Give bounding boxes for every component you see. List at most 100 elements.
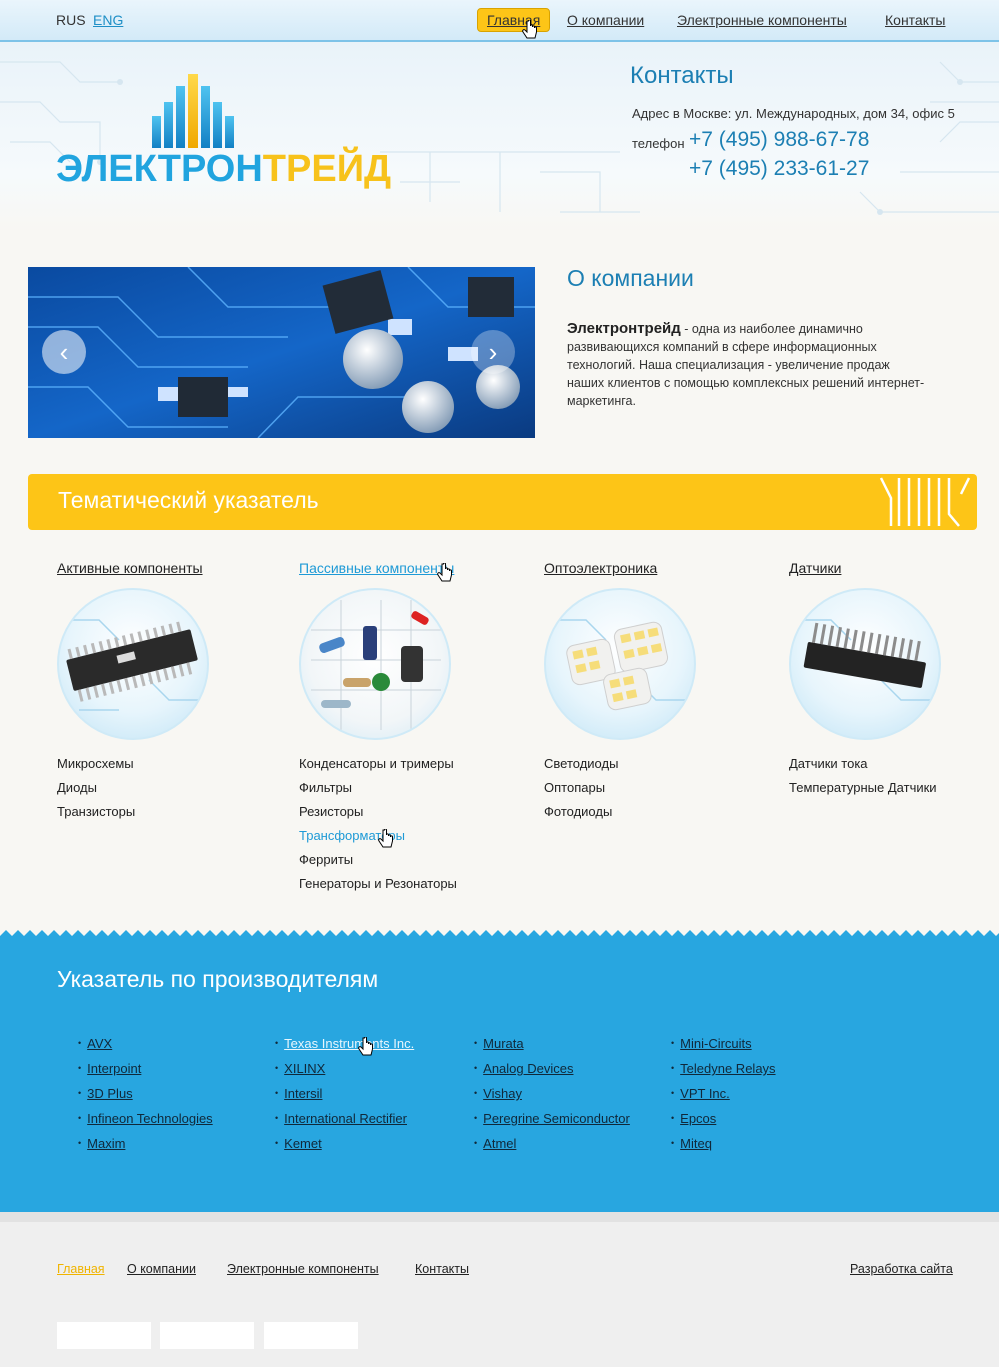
- footer-counter-1[interactable]: [57, 1322, 151, 1349]
- manufacturer-link[interactable]: Miteq: [671, 1132, 776, 1157]
- category-image-leds[interactable]: [544, 588, 696, 740]
- manufacturer-link[interactable]: Peregrine Semiconductor: [474, 1107, 630, 1132]
- category-item[interactable]: Светодиоды: [544, 752, 744, 776]
- manufacturer-label: VPT Inc.: [680, 1086, 730, 1101]
- manufacturer-column-2: Texas Instruments Inc. XILINX Intersil I…: [275, 1032, 414, 1157]
- manufacturer-label: XILINX: [284, 1061, 326, 1076]
- about-company: Электронтрейд: [567, 320, 681, 337]
- category-item[interactable]: Оптопары: [544, 776, 744, 800]
- manufacturer-label: Miteq: [680, 1136, 712, 1151]
- hand-cursor-icon: [378, 829, 393, 848]
- hand-cursor-icon: [522, 20, 537, 39]
- manufacturer-link[interactable]: VPT Inc.: [671, 1082, 776, 1107]
- manufacturer-link[interactable]: Maxim: [78, 1132, 213, 1157]
- category-title-active[interactable]: Активные компоненты: [57, 560, 257, 576]
- footer-link-home[interactable]: Главная: [57, 1262, 105, 1276]
- manufacturer-link[interactable]: Interpoint: [78, 1057, 213, 1082]
- manufacturer-label: AVX: [87, 1036, 113, 1051]
- category-item[interactable]: Датчики тока: [789, 752, 989, 776]
- about-text: Электронтрейд - одна из наиболее динамич…: [567, 320, 927, 410]
- nav-about[interactable]: О компании: [567, 12, 644, 28]
- footer-counter-3[interactable]: [264, 1322, 358, 1349]
- logo-part-2: ТРЕЙД: [262, 148, 392, 190]
- manufacturer-label: Atmel: [483, 1136, 517, 1151]
- manufacturer-label: Peregrine Semiconductor: [483, 1111, 630, 1126]
- category-title-passive[interactable]: Пассивные компоненты: [299, 560, 499, 576]
- category-item[interactable]: Микросхемы: [57, 752, 257, 776]
- nav-contacts[interactable]: Контакты: [885, 12, 945, 28]
- manufacturer-label: Maxim: [87, 1136, 126, 1151]
- category-image-sensor[interactable]: [789, 588, 941, 740]
- manufacturer-column-3: Murata Analog Devices Vishay Peregrine S…: [474, 1032, 630, 1157]
- category-item[interactable]: Конденсаторы и тримеры: [299, 752, 499, 776]
- manufacturer-link[interactable]: Mini-Circuits: [671, 1032, 776, 1057]
- category-active: Активные компоненты Микросхемы Диоды Тра…: [57, 560, 257, 824]
- hand-cursor-icon: [437, 563, 452, 582]
- nav-components[interactable]: Электронные компоненты: [677, 12, 847, 28]
- manufacturer-link[interactable]: Analog Devices: [474, 1057, 630, 1082]
- manufacturer-link[interactable]: Intersil: [275, 1082, 414, 1107]
- lang-rus[interactable]: RUS: [56, 12, 86, 28]
- footer-link-about[interactable]: О компании: [127, 1262, 196, 1276]
- category-item[interactable]: Фотодиоды: [544, 800, 744, 824]
- manufacturer-label: 3D Plus: [87, 1086, 133, 1101]
- manufacturer-label: Teledyne Relays: [680, 1061, 776, 1076]
- manufacturer-column-1: AVX Interpoint 3D Plus Infineon Technolo…: [78, 1032, 213, 1157]
- contacts-title: Контакты: [630, 62, 734, 89]
- footer-counter-2[interactable]: [160, 1322, 254, 1349]
- manufacturer-link[interactable]: Teledyne Relays: [671, 1057, 776, 1082]
- manufacturer-link[interactable]: Atmel: [474, 1132, 630, 1157]
- circuit-board-image: [28, 267, 535, 438]
- category-title-sensors[interactable]: Датчики: [789, 560, 989, 576]
- manufacturer-link[interactable]: Vishay: [474, 1082, 630, 1107]
- manufacturer-link[interactable]: 3D Plus: [78, 1082, 213, 1107]
- manufacturer-label: Mini-Circuits: [680, 1036, 752, 1051]
- banner-next-button[interactable]: ›: [471, 330, 515, 374]
- lang-eng[interactable]: ENG: [93, 12, 123, 28]
- category-item[interactable]: Диоды: [57, 776, 257, 800]
- category-item[interactable]: Ферриты: [299, 848, 499, 872]
- manufacturer-label: International Rectifier: [284, 1111, 407, 1126]
- manufacturer-link[interactable]: Epcos: [671, 1107, 776, 1132]
- category-list-opto: Светодиоды Оптопары Фотодиоды: [544, 752, 744, 824]
- manufacturer-link[interactable]: AVX: [78, 1032, 213, 1057]
- manufacturer-label: Infineon Technologies: [87, 1111, 213, 1126]
- thematic-bar: Тематический указатель: [28, 474, 977, 530]
- manufacturer-link[interactable]: Kemet: [275, 1132, 414, 1157]
- manufacturer-link[interactable]: International Rectifier: [275, 1107, 414, 1132]
- category-item[interactable]: Трансформаторы: [299, 824, 499, 848]
- category-item[interactable]: Транзисторы: [57, 800, 257, 824]
- manufacturer-label: Intersil: [284, 1086, 323, 1101]
- footer-link-contacts[interactable]: Контакты: [415, 1262, 469, 1276]
- category-item[interactable]: Генераторы и Резонаторы: [299, 872, 499, 896]
- category-item[interactable]: Резисторы: [299, 800, 499, 824]
- phone-label: телефон: [632, 136, 685, 151]
- logo-icon: [152, 74, 234, 148]
- footer: Главная О компании Электронные компонент…: [0, 1212, 999, 1367]
- category-title-opto[interactable]: Оптоэлектроника: [544, 560, 744, 576]
- manufacturer-link[interactable]: Infineon Technologies: [78, 1107, 213, 1132]
- category-list-active: Микросхемы Диоды Транзисторы: [57, 752, 257, 824]
- category-item[interactable]: Температурные Датчики: [789, 776, 989, 800]
- logo-text[interactable]: ЭЛЕКТРОНТРЕЙД: [56, 148, 391, 191]
- banner-image: ‹ ›: [28, 267, 535, 438]
- manufacturer-label: Analog Devices: [483, 1061, 574, 1076]
- category-image-passive[interactable]: [299, 588, 451, 740]
- category-image-chip[interactable]: [57, 588, 209, 740]
- hand-cursor-icon: [358, 1037, 373, 1056]
- category-passive: Пассивные компоненты Конденсаторы и трим…: [299, 560, 499, 896]
- banner-prev-button[interactable]: ‹: [42, 330, 86, 374]
- category-item[interactable]: Фильтры: [299, 776, 499, 800]
- nav-home[interactable]: Главная: [477, 8, 551, 32]
- manufacturer-label: Epcos: [680, 1111, 717, 1126]
- footer-link-developer[interactable]: Разработка сайта: [850, 1262, 953, 1276]
- manufacturer-link[interactable]: Texas Instruments Inc.: [275, 1032, 414, 1057]
- thematic-title: Тематический указатель: [58, 487, 319, 513]
- manufacturer-link[interactable]: XILINX: [275, 1057, 414, 1082]
- phone-2: +7 (495) 233-61-27: [689, 157, 870, 180]
- manufacturer-link[interactable]: Murata: [474, 1032, 630, 1057]
- manufacturers-section: Указатель по производителям AVX Interpoi…: [0, 940, 999, 1212]
- manufacturer-label: Vishay: [483, 1086, 522, 1101]
- footer-link-components[interactable]: Электронные компоненты: [227, 1262, 379, 1276]
- category-sensors: Датчики Датчики тока Температурные Датчи…: [789, 560, 989, 800]
